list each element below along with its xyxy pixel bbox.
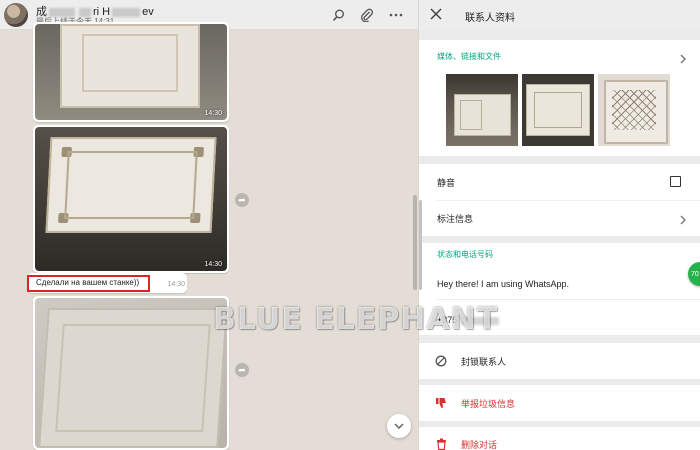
message-photo[interactable]	[35, 298, 227, 448]
delete-chat-row[interactable]: 删除对话	[419, 427, 700, 450]
contact-info-pane: 联系人资料 媒体、链接和文件 静音 标注信息 状态和电话号码 Hey there…	[418, 0, 700, 450]
chat-pane: 成ri Hev 最后上线于今天 14:31 14:30 14:30	[0, 0, 418, 450]
settings-section: 静音 标注信息	[419, 164, 700, 236]
block-icon	[434, 354, 448, 368]
block-label: 封锁联系人	[461, 357, 507, 367]
search-icon[interactable]	[330, 7, 346, 23]
image-message[interactable]: 14:30	[33, 22, 229, 122]
redacted-block	[112, 7, 141, 17]
message-time: 14:30	[204, 261, 222, 268]
starred-messages-row[interactable]: 标注信息	[419, 201, 700, 236]
close-icon[interactable]	[429, 7, 445, 23]
divider	[437, 299, 700, 300]
mute-label: 静音	[437, 178, 456, 188]
attach-icon[interactable]	[358, 7, 374, 23]
media-section-label: 媒体、链接和文件	[437, 52, 501, 61]
chevron-right-icon[interactable]	[679, 51, 689, 64]
watermark: BLUE ELEPHANT	[213, 302, 499, 337]
info-title: 联系人资料	[465, 13, 515, 24]
message-time: 14:30	[167, 281, 185, 288]
media-thumbnail[interactable]	[522, 74, 594, 146]
avatar[interactable]	[4, 3, 28, 27]
thumbs-down-icon	[434, 396, 448, 410]
text-message[interactable]: Сделали на вашем станке)) 14:30	[27, 273, 187, 293]
cabinet-door-image	[38, 308, 227, 448]
report-label: 举报垃圾信息	[461, 399, 516, 409]
info-header: 联系人资料	[419, 0, 700, 30]
message-photo[interactable]: 14:30	[35, 127, 227, 271]
status-text: Hey there! I am using WhatsApp.	[437, 279, 570, 289]
info-scrollbar[interactable]	[419, 200, 422, 290]
chat-scrollbar[interactable]	[413, 195, 417, 290]
chevron-right-icon	[679, 212, 689, 225]
mute-checkbox[interactable]	[670, 176, 681, 187]
scroll-down-button[interactable]	[387, 414, 411, 438]
block-contact-row[interactable]: 封锁联系人	[419, 343, 700, 379]
message-photo[interactable]: 14:30	[35, 24, 227, 120]
media-thumbnail[interactable]	[446, 74, 518, 146]
message-text: Сделали на вашем станке))	[36, 278, 140, 287]
more-options-icon[interactable]	[388, 7, 404, 23]
image-message[interactable]	[33, 296, 229, 450]
delete-label: 删除对话	[461, 440, 498, 450]
chevron-down-icon	[394, 423, 404, 429]
starred-label: 标注信息	[437, 214, 474, 224]
media-section[interactable]: 媒体、链接和文件	[419, 40, 700, 156]
report-spam-row[interactable]: 举报垃圾信息	[419, 385, 700, 421]
contact-name-suffix: ev	[142, 6, 154, 18]
mute-row[interactable]: 静音	[419, 164, 700, 200]
message-time: 14:30	[204, 110, 222, 117]
cabinet-door-image	[45, 137, 217, 233]
forward-icon[interactable]: ➦	[235, 193, 249, 207]
status-section-label: 状态和电话号码	[437, 250, 493, 259]
forward-icon[interactable]: ➦	[235, 363, 249, 377]
trash-icon	[434, 437, 448, 450]
image-message[interactable]: 14:30	[33, 125, 229, 273]
media-thumbnail[interactable]	[598, 74, 670, 146]
cabinet-door-image	[60, 24, 200, 108]
